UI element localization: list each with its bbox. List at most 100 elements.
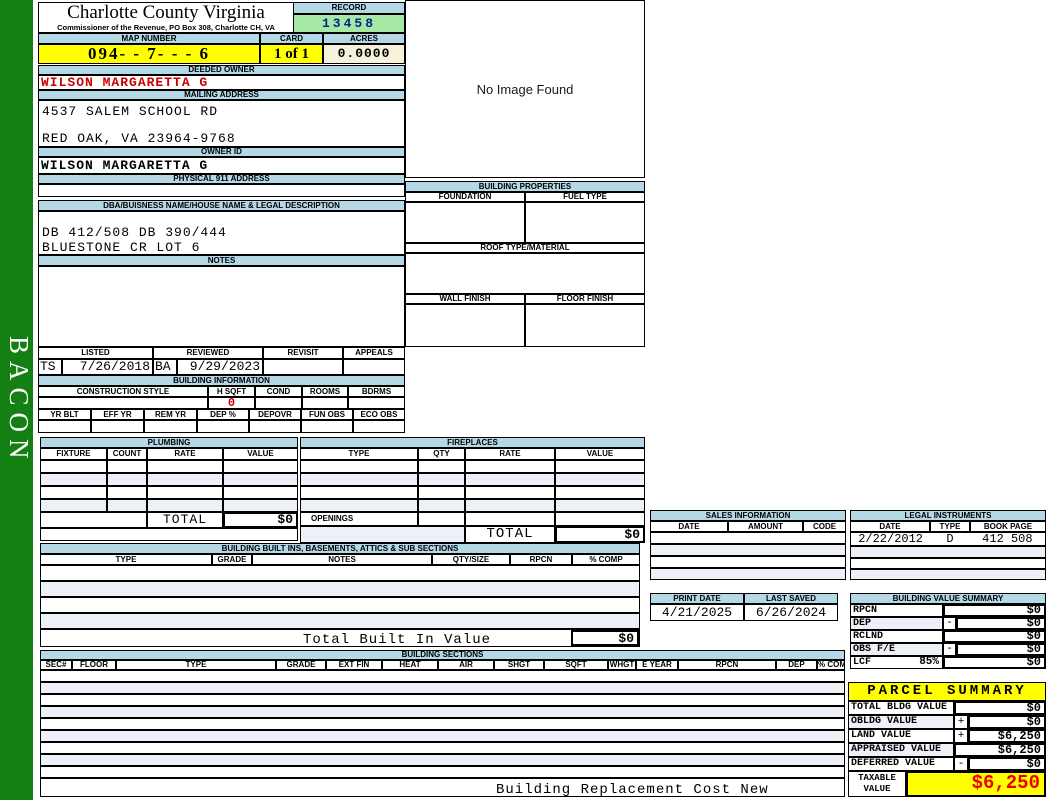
sections-shgt-label: SHGT xyxy=(494,660,544,670)
appeals-value xyxy=(343,359,405,375)
fireplaces-cell xyxy=(418,499,465,512)
sections-grade-label: GRADE xyxy=(276,660,326,670)
parcel-row-deferred: DEFERRED VALUE - $0 xyxy=(848,757,1046,771)
sections-heat-label: HEAT xyxy=(382,660,438,670)
plumbing-title: PLUMBING xyxy=(40,437,298,448)
sales-row xyxy=(650,544,846,556)
print-date-value: 4/21/2025 xyxy=(650,604,744,621)
map-number-value: 094- - 7- - - 6 xyxy=(38,44,260,64)
depovr-value xyxy=(249,420,301,433)
plumbing-count-label: COUNT xyxy=(107,448,147,460)
legal-date-label: DATE xyxy=(850,521,930,532)
effyr-value xyxy=(91,420,144,433)
legal-description-line1: DB 412/508 DB 390/444 xyxy=(42,225,227,240)
sections-type-label: TYPE xyxy=(116,660,276,670)
parcel-obldg-value: $0 xyxy=(968,715,1046,729)
yrblt-label: YR BLT xyxy=(38,409,91,420)
sections-sqft-label: SQFT xyxy=(544,660,608,670)
bvs-rpcn-label: RPCN xyxy=(850,604,943,617)
bvs-lcf-label: LCF 85% xyxy=(850,656,943,669)
sections-sec-label: SEC# xyxy=(40,660,72,670)
bvs-row-rclnd: RCLND $0 xyxy=(850,630,1046,643)
ecoobs-label: ECO OBS xyxy=(353,409,405,420)
built-ins-total-value: $0 xyxy=(571,630,639,646)
legal-description-line2: BLUESTONE CR LOT 6 xyxy=(42,240,201,255)
bvs-lcf-value: $0 xyxy=(943,656,1046,669)
fireplaces-cell xyxy=(300,473,418,486)
owner-id-value: WILSON MARGARETTA G xyxy=(38,157,405,174)
bvs-dep-op: - xyxy=(943,617,956,630)
built-ins-total-label: Total Built In Value xyxy=(303,632,492,647)
building-information-title: BUILDING INFORMATION xyxy=(38,375,405,386)
fireplaces-cell xyxy=(555,486,645,499)
construction-style-value xyxy=(38,397,208,409)
county-subtitle: Commissioner of the Revenue, PO Box 308,… xyxy=(57,23,275,32)
yrblt-value xyxy=(38,420,91,433)
bvs-obsfe-label: OBS F/E xyxy=(850,643,943,656)
plumbing-cell xyxy=(40,473,107,486)
mailing-address-line1: 4537 SALEM SCHOOL RD xyxy=(42,104,219,119)
bvs-obsfe-op: - xyxy=(943,643,956,656)
building-sections-row xyxy=(40,682,845,694)
bdrms-label: BDRMS xyxy=(348,386,405,397)
built-ins-title: BUILDING BUILT INS, BASEMENTS, ATTICS & … xyxy=(40,543,640,554)
acres-value: 0.0000 xyxy=(323,44,405,64)
built-ins-qtysize-label: QTY/SIZE xyxy=(432,554,510,565)
built-ins-rpcn-label: RPCN xyxy=(510,554,572,565)
owner-id-label: OWNER ID xyxy=(38,147,405,157)
bvs-obsfe-value: $0 xyxy=(956,643,1046,656)
fireplaces-cell xyxy=(300,460,418,473)
taxable-value: $6,250 xyxy=(906,771,1046,797)
built-ins-comp-label: % COMP xyxy=(572,554,640,565)
parcel-deferred-op: - xyxy=(954,757,968,771)
building-info-header1: CONSTRUCTION STYLE H SQFT COND ROOMS BDR… xyxy=(38,386,405,397)
plumbing-total-row: TOTAL $0 xyxy=(40,512,298,528)
effyr-label: EFF YR xyxy=(91,409,144,420)
plumbing-rate-label: RATE xyxy=(147,448,223,460)
parcel-appraised-label: APPRAISED VALUE xyxy=(848,743,954,757)
notes-box xyxy=(38,266,405,347)
reviewed-by: BA xyxy=(153,359,177,375)
sales-amount-label: AMOUNT xyxy=(728,521,803,532)
built-ins-total-row: Total Built In Value $0 xyxy=(40,629,640,647)
sections-floor-label: FLOOR xyxy=(72,660,116,670)
ecoobs-value xyxy=(353,420,405,433)
building-sections-title: BUILDING SECTIONS xyxy=(40,650,845,660)
depovr-label: DEPOVR xyxy=(249,409,301,420)
sections-dep-label: DEP xyxy=(776,660,817,670)
fireplaces-row xyxy=(300,473,645,486)
building-sections-row xyxy=(40,766,845,778)
plumbing-cell xyxy=(40,486,107,499)
bvs-lcf-text: LCF xyxy=(853,657,872,668)
fireplaces-value-label: VALUE xyxy=(555,448,645,460)
bvs-rclnd-value: $0 xyxy=(943,630,1046,643)
plumbing-fixture-label: FIXTURE xyxy=(40,448,107,460)
fireplaces-openings-row: OPENINGS xyxy=(300,512,645,526)
bvs-row-dep: DEP - $0 xyxy=(850,617,1046,630)
sales-date-label: DATE xyxy=(650,521,728,532)
legal-description-box: DB 412/508 DB 390/444 BLUESTONE CR LOT 6 xyxy=(38,211,405,255)
dep-label: DEP % xyxy=(197,409,249,420)
photo-placeholder: No Image Found xyxy=(405,0,645,178)
legal-row: 2/22/2012 D 412 508 xyxy=(850,532,1046,546)
building-sections-row xyxy=(40,694,845,706)
listed-by: TS xyxy=(38,359,62,375)
listed-label: LISTED xyxy=(38,347,153,359)
plumbing-value-label: VALUE xyxy=(223,448,298,460)
taxable-label: TAXABLE VALUE xyxy=(848,771,906,797)
fireplaces-cell xyxy=(418,473,465,486)
county-title-box: Charlotte County Virginia Commissioner o… xyxy=(38,2,294,33)
review-header-row: LISTED REVIEWED REVISIT APPEALS xyxy=(38,347,405,359)
sales-row xyxy=(650,556,846,568)
built-ins-row xyxy=(40,613,640,629)
physical-address-label: PHYSICAL 911 ADDRESS xyxy=(38,174,405,184)
bdrms-value xyxy=(348,397,405,409)
funobs-label: FUN OBS xyxy=(301,409,353,420)
remyr-label: REM YR xyxy=(144,409,197,420)
review-value-row: TS 7/26/2018 BA 9/29/2023 xyxy=(38,359,405,375)
sections-comp-label: % COMP xyxy=(817,660,845,670)
roof-value xyxy=(405,253,645,294)
sales-row xyxy=(650,568,846,580)
plumbing-cell xyxy=(40,499,107,512)
fireplaces-cell xyxy=(465,460,555,473)
